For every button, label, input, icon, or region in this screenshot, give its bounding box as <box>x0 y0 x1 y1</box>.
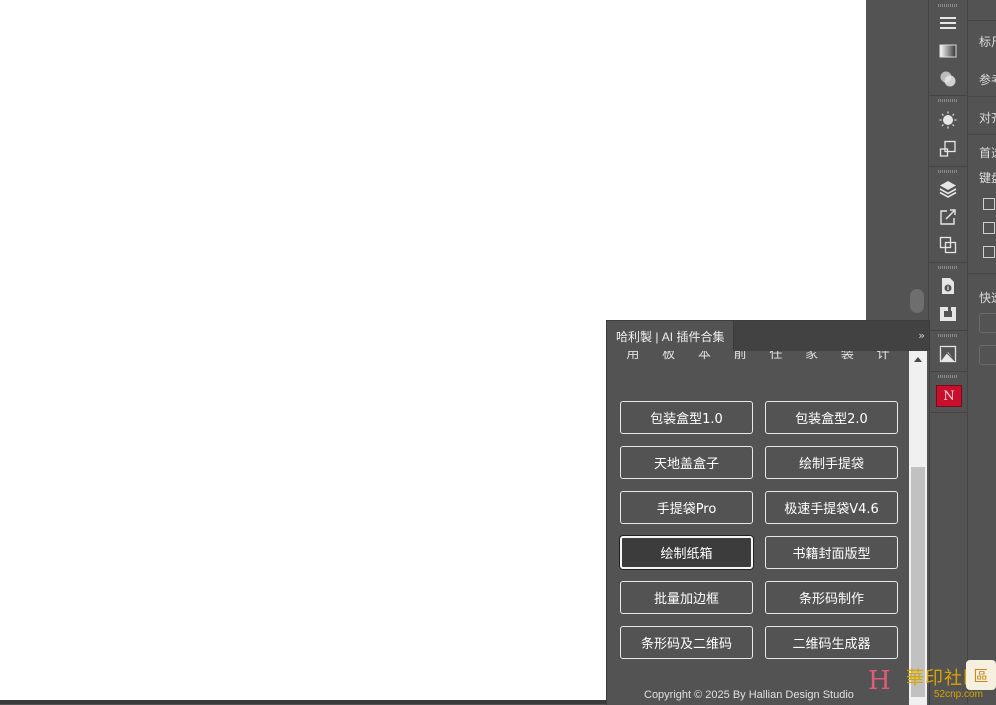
book-cover-layout-button[interactable]: 书籍封面版型 <box>765 536 898 569</box>
category-tab[interactable]: 装 <box>841 351 854 362</box>
handbag-pro-button[interactable]: 手提袋Pro <box>620 491 753 524</box>
canvas-scrollbar-track <box>896 0 928 320</box>
guides-label[interactable]: 参考 <box>979 71 996 88</box>
links-icon[interactable] <box>939 305 957 323</box>
preferences-label[interactable]: 首选 <box>979 144 996 161</box>
quick-actions-label: 快速 <box>979 291 996 305</box>
quick-action-button[interactable] <box>979 345 996 365</box>
qrcode-generator-button[interactable]: 二维码生成器 <box>765 626 898 659</box>
plugin-icon-glyph: N <box>943 388 955 404</box>
plugin-scrollbar[interactable] <box>909 351 927 705</box>
keyboard-label[interactable]: 键盘 <box>979 169 996 186</box>
option-checkbox[interactable] <box>983 222 995 234</box>
copyright-footer: Copyright © 2025 By Hallian Design Studi… <box>644 689 854 701</box>
panel-grip[interactable] <box>938 170 958 173</box>
plugin-panel-content: 用 板 本 前 任 家 装 计 包装盒型1.0 包装盒型2.0 天地盖盒子 绘制… <box>607 351 909 705</box>
panel-grip[interactable] <box>938 266 958 269</box>
panel-separator <box>968 20 996 21</box>
barcode-maker-button[interactable]: 条形码制作 <box>765 581 898 614</box>
quick-action-button[interactable] <box>979 313 996 333</box>
option-checkbox[interactable] <box>983 246 995 258</box>
transparency-icon[interactable] <box>939 70 957 88</box>
strip-divider <box>929 95 967 96</box>
rulers-label[interactable]: 标尺 <box>979 33 996 50</box>
batch-border-button[interactable]: 批量加边框 <box>620 581 753 614</box>
panel-grip[interactable] <box>938 99 958 102</box>
image-trace-icon[interactable] <box>939 345 957 363</box>
pathfinder-icon[interactable] <box>939 236 957 254</box>
strip-divider <box>929 330 967 331</box>
panel-grip[interactable] <box>938 4 958 7</box>
panel-separator <box>968 134 996 135</box>
panel-icon-strip: N <box>928 0 968 704</box>
menu-icon[interactable] <box>939 14 957 32</box>
panel-grip[interactable] <box>938 334 958 337</box>
gradient-icon[interactable] <box>939 42 957 60</box>
document-info-icon[interactable] <box>939 277 957 295</box>
category-tab[interactable]: 任 <box>769 351 782 362</box>
category-tab[interactable]: 家 <box>805 351 818 362</box>
category-tab[interactable]: 前 <box>734 351 747 362</box>
draw-handbag-button[interactable]: 绘制手提袋 <box>765 446 898 479</box>
packaging-box-v1-button[interactable]: 包装盒型1.0 <box>620 401 753 434</box>
plugin-panel: 哈利製 | AI 插件合集 ›› 用 板 本 前 任 家 装 计 包装盒型1.0… <box>606 320 930 705</box>
strip-divider <box>929 262 967 263</box>
packaging-box-v2-button[interactable]: 包装盒型2.0 <box>765 401 898 434</box>
option-checkbox[interactable] <box>983 198 995 210</box>
draw-carton-button[interactable]: 绘制纸箱 <box>620 536 753 569</box>
strip-divider <box>929 166 967 167</box>
strip-divider <box>929 371 967 372</box>
scroll-up-arrow-icon[interactable] <box>914 357 922 362</box>
plugin-panel-header[interactable]: 哈利製 | AI 插件合集 ›› <box>607 321 929 351</box>
layers-icon[interactable] <box>939 180 957 198</box>
fast-handbag-button[interactable]: 极速手提袋V4.6 <box>765 491 898 524</box>
barcode-qrcode-button[interactable]: 条形码及二维码 <box>620 626 753 659</box>
category-tab[interactable]: 计 <box>877 351 890 362</box>
properties-panel: 标尺 参考 对齐 首选 键盘 快速 <box>968 0 996 704</box>
panel-separator <box>968 273 996 274</box>
strip-divider <box>929 412 967 413</box>
category-tab[interactable]: 用 <box>626 351 639 362</box>
category-tab[interactable]: 板 <box>662 351 675 362</box>
canvas-scrollbar-thumb[interactable] <box>910 289 924 313</box>
panel-grip[interactable] <box>938 375 958 378</box>
transform-icon[interactable] <box>939 140 957 158</box>
plugin-scrollbar-thumb[interactable] <box>911 467 925 697</box>
category-tab[interactable]: 本 <box>698 351 711 362</box>
category-tabs: 用 板 本 前 任 家 装 计 <box>607 351 909 362</box>
align-label[interactable]: 对齐 <box>979 109 996 126</box>
plugin-icon[interactable]: N <box>936 385 962 407</box>
export-icon[interactable] <box>939 208 957 226</box>
panel-separator <box>968 96 996 97</box>
lid-base-box-button[interactable]: 天地盖盒子 <box>620 446 753 479</box>
sun-icon[interactable] <box>939 111 957 129</box>
collapse-panel-icon[interactable]: ›› <box>918 329 925 342</box>
plugin-panel-tab[interactable]: 哈利製 | AI 插件合集 <box>607 321 735 351</box>
